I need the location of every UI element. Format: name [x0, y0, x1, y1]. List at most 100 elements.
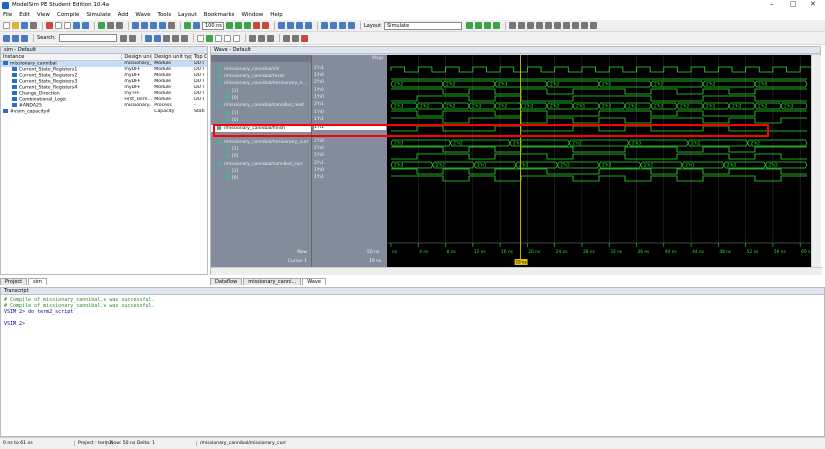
stop-icon[interactable]	[262, 22, 269, 29]
redo-icon[interactable]	[82, 22, 89, 29]
wave-signal-row[interactable]: /missionary_cannibal/cannibal_next	[211, 102, 311, 109]
menu-simulate[interactable]: Simulate	[86, 12, 110, 18]
wave-tool5-icon[interactable]	[291, 34, 299, 42]
zoom-out-2-icon[interactable]	[153, 34, 161, 42]
layout-option4-icon[interactable]	[493, 22, 500, 29]
delete-cursor-icon[interactable]	[545, 22, 552, 29]
wave-horizontal-scrollbar[interactable]	[211, 267, 822, 275]
layout-option-icon[interactable]	[466, 22, 473, 29]
undo-icon[interactable]	[73, 22, 80, 29]
menu-compile[interactable]: Compile	[57, 12, 80, 18]
insert-cursor-icon[interactable]	[536, 22, 543, 29]
edit-mode-icon[interactable]	[527, 22, 534, 29]
wave-tool6-icon[interactable]	[300, 34, 308, 42]
tab-sim[interactable]: sim	[28, 278, 47, 285]
menu-view[interactable]: View	[37, 12, 50, 18]
run-length-input[interactable]: 100 ns	[202, 21, 224, 30]
zoom-icon[interactable]	[116, 22, 123, 29]
break-icon[interactable]	[253, 22, 260, 29]
print-icon[interactable]	[30, 22, 37, 29]
run-all-icon[interactable]	[244, 22, 251, 29]
zoom-full-2-icon[interactable]	[162, 34, 170, 42]
maximize-button[interactable]: □	[790, 0, 797, 8]
wave-signal-row[interactable]: [0]	[211, 175, 311, 182]
col-design-unit[interactable]: Design unit	[122, 54, 153, 60]
tab-project[interactable]: Project	[0, 278, 28, 285]
find-prev-edge-icon[interactable]	[321, 22, 328, 29]
wave-compare-icon[interactable]	[563, 22, 570, 29]
lock-cursor-icon[interactable]	[554, 22, 561, 29]
menu-bookmarks[interactable]: Bookmarks	[204, 12, 235, 18]
wave-step-icon[interactable]	[232, 34, 240, 42]
copy-icon[interactable]	[55, 22, 62, 29]
save-icon[interactable]	[21, 22, 28, 29]
paste-icon[interactable]	[64, 22, 71, 29]
menu-help[interactable]: Help	[270, 12, 283, 18]
wave-grid-icon[interactable]	[572, 22, 579, 29]
tab-wave[interactable]: Wave	[302, 278, 326, 285]
wave-tool4-icon[interactable]	[282, 34, 290, 42]
tab-source-file[interactable]: missionary_canni...	[243, 278, 302, 285]
cut-icon[interactable]	[46, 22, 53, 29]
layout-option2-icon[interactable]	[475, 22, 482, 29]
close-button[interactable]: ✕	[810, 0, 816, 8]
search-icon[interactable]	[119, 34, 127, 42]
wave-misc-icon[interactable]	[581, 22, 588, 29]
layout-option3-icon[interactable]	[484, 22, 491, 29]
menu-add[interactable]: Add	[118, 12, 129, 18]
sim-tree-row[interactable]: #vsim_capacity# Capacity Stati	[1, 109, 207, 115]
find-next-edge-icon[interactable]	[330, 22, 337, 29]
zoom-in-icon[interactable]	[132, 22, 139, 29]
run-icon[interactable]	[226, 22, 233, 29]
zoom-out-icon[interactable]	[141, 22, 148, 29]
new-file-icon[interactable]	[3, 22, 10, 29]
wave-signal-row[interactable]: [0]	[211, 117, 311, 124]
cursor-label[interactable]: Cursor 1	[211, 258, 311, 265]
go-forward-icon[interactable]	[21, 34, 28, 42]
wave-box-icon[interactable]	[214, 34, 222, 42]
zoom-range-icon[interactable]	[180, 34, 188, 42]
wave-add-icon[interactable]	[205, 34, 213, 42]
step-out-icon[interactable]	[296, 22, 303, 29]
minimize-button[interactable]: –	[770, 0, 774, 8]
continue-icon[interactable]	[235, 22, 242, 29]
search-options-icon[interactable]	[128, 34, 136, 42]
waveform-svg[interactable]: 2'h2 2'h2 2'h3 2'h2 2'h1 2'h2 2'h2 2'h0 2'h3 2'h2…	[387, 55, 814, 267]
transcript-prompt[interactable]: VSIM 2>	[4, 321, 821, 327]
menu-edit[interactable]: Edit	[19, 12, 30, 18]
open-folder-icon[interactable]	[12, 22, 19, 29]
col-instance[interactable]: Instance	[1, 54, 123, 60]
step-back-icon[interactable]	[305, 22, 312, 29]
wave-signal-row[interactable]: /missionary_cannibal/missionary_n...	[211, 80, 311, 87]
wave-misc2-icon[interactable]	[590, 22, 597, 29]
go-back-icon[interactable]	[12, 34, 19, 42]
menu-tools[interactable]: Tools	[158, 12, 172, 18]
run-length-icon[interactable]	[193, 22, 200, 29]
col-design-unit-type[interactable]: Design unit type	[152, 54, 193, 60]
wave-tool3-icon[interactable]	[266, 34, 274, 42]
step-icon[interactable]	[168, 22, 175, 29]
search-input[interactable]	[58, 34, 117, 42]
wave-signal-row[interactable]: /missionary_cannibal/finish	[211, 125, 311, 133]
zoom-mode-icon[interactable]	[518, 22, 525, 29]
zoom-full-icon[interactable]	[150, 22, 157, 29]
tab-dataflow[interactable]: Dataflow	[210, 278, 243, 285]
zoom-last-icon[interactable]	[171, 34, 179, 42]
menu-file[interactable]: File	[3, 12, 12, 18]
step-over-icon[interactable]	[287, 22, 294, 29]
zoom-cursor-icon[interactable]	[159, 22, 166, 29]
wave-format-icon[interactable]	[196, 34, 204, 42]
col-top-category[interactable]: Top Category	[192, 54, 207, 60]
menu-layout[interactable]: Layout	[178, 12, 197, 18]
wave-box2-icon[interactable]	[223, 34, 231, 42]
wave-canvas[interactable]: 2'h2 2'h2 2'h3 2'h2 2'h1 2'h2 2'h2 2'h0 2'h3 2'h2…	[387, 55, 814, 267]
step-into-icon[interactable]	[278, 22, 285, 29]
restart-icon[interactable]	[184, 22, 191, 29]
transcript-text[interactable]: # Compile of missionary_cannibal.v was s…	[1, 295, 824, 329]
zoom-in-2-icon[interactable]	[144, 34, 152, 42]
compile-icon[interactable]	[98, 22, 105, 29]
wave-signal-row[interactable]: [0]	[211, 153, 311, 160]
layout-select[interactable]: Simulate	[384, 21, 462, 30]
wave-tool2-icon[interactable]	[257, 34, 265, 42]
wave-vertical-scrollbar[interactable]	[811, 55, 821, 267]
